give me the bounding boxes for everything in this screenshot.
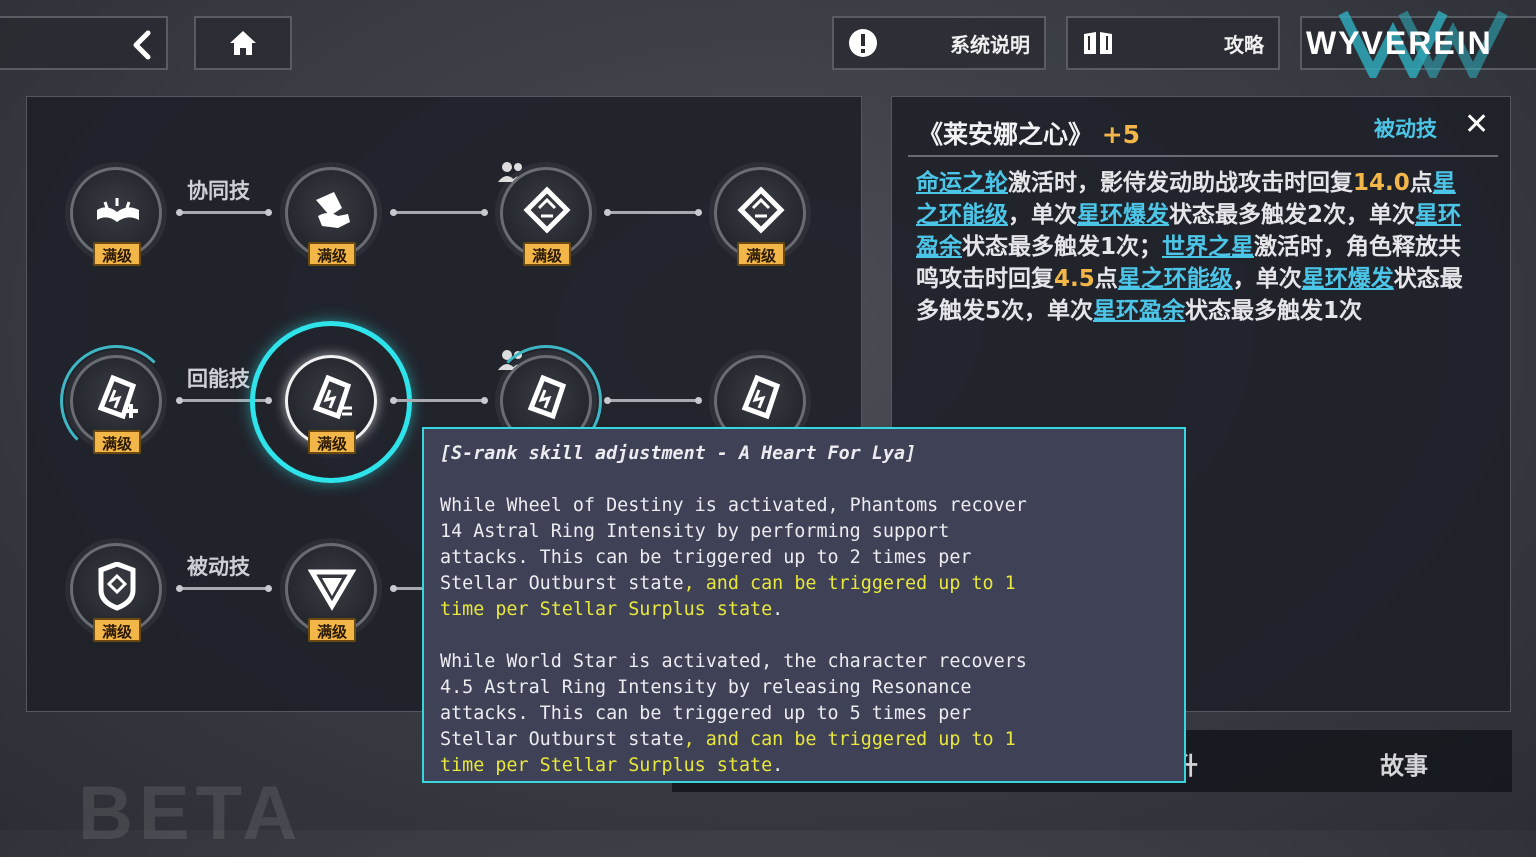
keyword-link[interactable]: 星环盈余 (1093, 298, 1185, 324)
keyword-link[interactable]: 星之环能级 (1118, 266, 1233, 292)
description-text: 激活时，影侍发动助战攻击时回复 (1008, 170, 1353, 196)
back-arrow-icon (133, 30, 151, 60)
max-level-badge: 满级 (308, 430, 356, 454)
skill-level: +5 (1101, 120, 1141, 149)
guide-label: 攻略 (1224, 32, 1264, 57)
description-text: 状态最多触发2次，单次 (1169, 202, 1416, 228)
keyword-link[interactable]: 命运之轮 (916, 170, 1008, 196)
description-text: 状态最多触发1次 (1185, 298, 1363, 324)
skill-description: 命运之轮激活时，影侍发动助战攻击时回复14.0点星之环能级，单次星环爆发状态最多… (916, 167, 1472, 327)
skill-node-coop-4[interactable]: 满级 (714, 167, 806, 266)
battery-bolt-icon (312, 374, 352, 420)
skill-type-label: 被动技 (1374, 117, 1437, 141)
home-button[interactable] (194, 16, 292, 70)
keyword-link[interactable]: 星环爆发 (1077, 202, 1169, 228)
wyverein-logo: WYVEREIN (1300, 10, 1536, 78)
keyword-link[interactable]: 世界之星 (1162, 234, 1254, 260)
tooltip-paragraph-2: While World Star is activated, the chara… (440, 649, 1168, 779)
tooltip-paragraph-1: While Wheel of Destiny is activated, Pha… (440, 493, 1168, 623)
tab-story[interactable]: 故事 (1380, 746, 1428, 781)
keyword-link[interactable]: 星环爆发 (1302, 266, 1394, 292)
max-level-badge: 满级 (308, 242, 356, 266)
value-number: 14.0 (1353, 170, 1410, 196)
skill-node-passive-2[interactable]: 满级 (285, 543, 377, 642)
tooltip-period: . (772, 599, 784, 620)
max-level-badge: 满级 (737, 242, 785, 266)
exclamation-icon (849, 29, 877, 57)
translation-tooltip: [S-rank skill adjustment - A Heart For L… (422, 427, 1186, 783)
top-bar: 系统说明 攻略 WYVEREIN (0, 0, 1536, 90)
battery-bolt-icon (527, 374, 567, 420)
connector (176, 209, 272, 216)
battery-bolt-icon (741, 374, 781, 420)
divider (908, 155, 1498, 157)
home-icon (230, 31, 256, 55)
row-label-passive: 被动技 (187, 555, 250, 579)
skill-node-passive-1[interactable]: 满级 (70, 543, 162, 642)
description-text: 状态最多触发1次； (962, 234, 1163, 260)
row-label-coop: 协同技 (187, 179, 250, 203)
diamond-card-icon (737, 186, 785, 234)
skill-name: 《莱安娜之心》 (918, 120, 1094, 149)
value-number: 4.5 (1054, 266, 1095, 292)
tooltip-title: [S-rank skill adjustment - A Heart For L… (440, 443, 917, 464)
skill-node-coop-3[interactable]: 满级 (500, 167, 592, 266)
skill-node-coop-2[interactable]: 满级 (285, 167, 377, 266)
max-level-badge: 满级 (93, 430, 141, 454)
connector (390, 209, 488, 216)
back-button[interactable] (0, 16, 168, 70)
system-info-button[interactable]: 系统说明 (832, 16, 1046, 70)
skill-title: 《莱安娜之心》 +5 (918, 115, 1140, 151)
tooltip-period: . (772, 755, 784, 776)
row-label-energy: 回能技 (187, 367, 250, 391)
connector (390, 397, 488, 404)
max-level-badge: 满级 (93, 242, 141, 266)
triangle-gem-icon (308, 569, 357, 611)
max-level-badge: 满级 (523, 242, 571, 266)
connector (176, 585, 272, 592)
open-book-icon (97, 198, 139, 222)
diamond-card-icon (523, 186, 571, 234)
book-icon (1084, 32, 1112, 54)
description-text: ，单次 (1008, 202, 1077, 228)
skill-node-energy-1[interactable]: 满级 (70, 355, 162, 454)
description-text: 点 (1094, 266, 1118, 292)
logo-text: WYVEREIN (1306, 24, 1493, 61)
hand-card-icon (316, 192, 350, 228)
close-icon[interactable]: ✕ (1464, 107, 1489, 142)
shield-icon (98, 562, 136, 611)
skill-node-coop-1[interactable]: 满级 (70, 167, 162, 266)
beta-watermark: BETA (78, 771, 304, 856)
guide-button[interactable]: 攻略 (1066, 16, 1280, 70)
battery-plus-icon (97, 374, 138, 420)
max-level-badge: 满级 (93, 618, 141, 642)
system-info-label: 系统说明 (950, 32, 1030, 57)
max-level-badge: 满级 (308, 618, 356, 642)
skill-node-energy-2-selected[interactable]: 满级 (285, 355, 377, 454)
connector (604, 397, 702, 404)
description-text: 点 (1409, 170, 1433, 196)
connector (604, 209, 702, 216)
description-text: ，单次 (1232, 266, 1302, 292)
